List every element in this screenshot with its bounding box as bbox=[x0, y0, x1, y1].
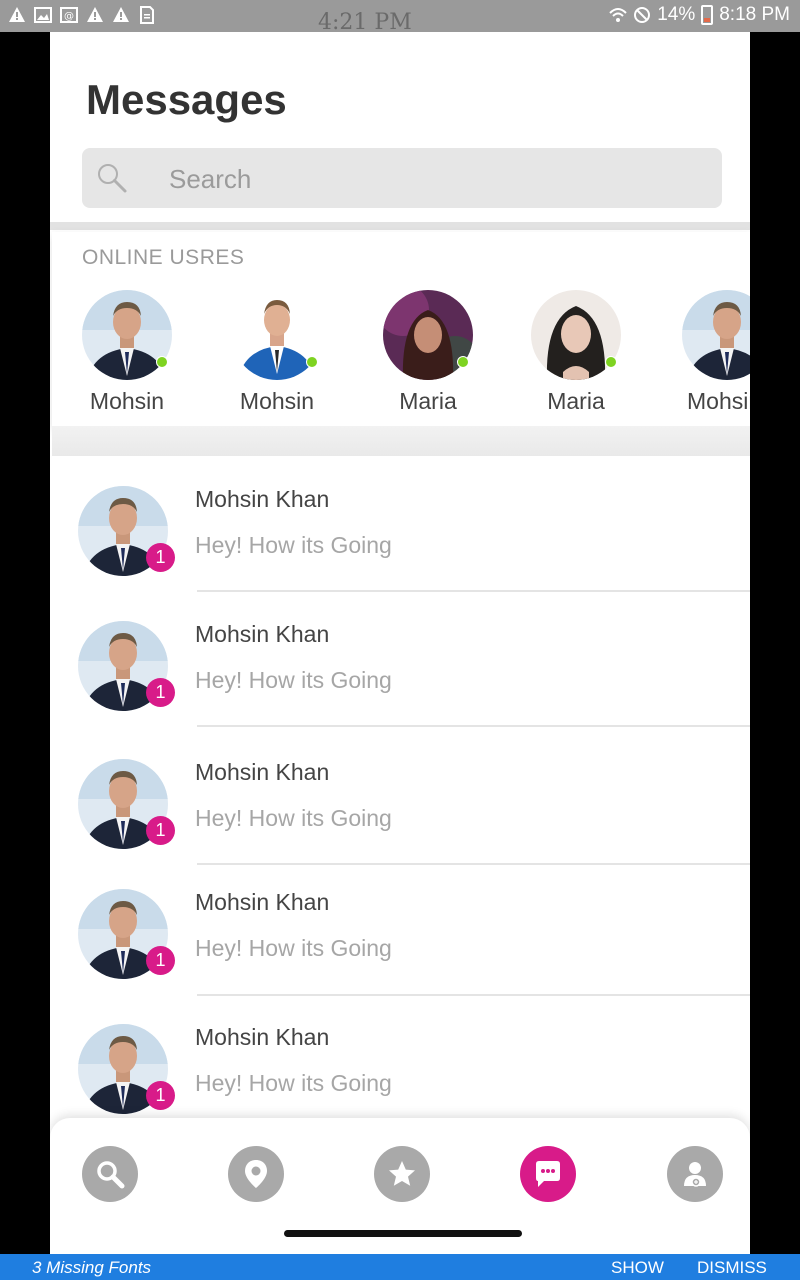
missing-fonts-snackbar: 3 Missing Fonts SHOW DISMISS bbox=[0, 1254, 800, 1280]
search-icon bbox=[98, 164, 127, 193]
page-title: Messages bbox=[86, 76, 287, 123]
online-user[interactable]: Maria bbox=[531, 290, 631, 420]
conversation-name: Mohsin Khan bbox=[195, 889, 330, 915]
location-pin-icon bbox=[245, 1160, 267, 1188]
wifi-icon bbox=[609, 8, 627, 22]
profile-icon bbox=[684, 1162, 706, 1187]
search-bar[interactable]: Search bbox=[82, 148, 722, 208]
nav-messages-button[interactable] bbox=[520, 1146, 576, 1202]
battery-percent: 14% bbox=[657, 4, 696, 25]
nav-profile-button[interactable] bbox=[667, 1146, 723, 1202]
chat-icon bbox=[536, 1161, 560, 1187]
online-status-dot bbox=[306, 356, 318, 368]
online-user-name: Mohsin bbox=[239, 388, 315, 414]
warning-icon bbox=[113, 7, 129, 22]
warning-icon bbox=[87, 7, 103, 22]
divider bbox=[197, 994, 750, 996]
conversation-item[interactable]: 1 Mohsin Khan Hey! How its Going bbox=[50, 486, 750, 620]
online-status-dot bbox=[457, 356, 469, 368]
divider bbox=[197, 590, 750, 592]
notification-icons: @ bbox=[8, 6, 156, 24]
show-button[interactable]: SHOW bbox=[611, 1258, 664, 1278]
online-status-dot bbox=[156, 356, 168, 368]
avatar bbox=[682, 290, 750, 380]
nav-search-button[interactable] bbox=[82, 1146, 138, 1202]
star-icon bbox=[389, 1161, 415, 1186]
messages-screen: Messages Search ONLINE USRES Mohsin Mohs… bbox=[50, 32, 750, 1254]
email-icon: @ bbox=[60, 7, 78, 23]
online-user[interactable]: Mohsin bbox=[682, 290, 750, 420]
online-users-section: ONLINE USRES Mohsin Mohsin Maria Maria M… bbox=[52, 232, 750, 426]
status-right: 14% 8:18 PM bbox=[609, 4, 790, 26]
unread-badge: 1 bbox=[146, 678, 175, 707]
divider bbox=[197, 725, 750, 727]
conversation-preview: Hey! How its Going bbox=[195, 805, 392, 831]
conversation-preview: Hey! How its Going bbox=[195, 532, 392, 558]
warning-icon bbox=[9, 7, 25, 22]
online-users-label: ONLINE USRES bbox=[82, 246, 245, 269]
conversation-item[interactable]: 1 Mohsin Khan Hey! How its Going bbox=[50, 759, 750, 893]
online-user-name: Maria bbox=[547, 388, 605, 414]
conversation-name: Mohsin Khan bbox=[195, 1024, 330, 1050]
online-status-dot bbox=[605, 356, 617, 368]
conversation-preview: Hey! How its Going bbox=[195, 935, 392, 961]
unread-badge: 1 bbox=[146, 543, 175, 572]
online-user-name: Mohsin bbox=[89, 388, 165, 414]
home-indicator bbox=[284, 1230, 522, 1237]
conversation-item[interactable]: 1 Mohsin Khan Hey! How its Going bbox=[50, 889, 750, 1023]
section-divider bbox=[50, 222, 750, 230]
nav-favorites-button[interactable] bbox=[374, 1146, 430, 1202]
conversation-name: Mohsin Khan bbox=[195, 486, 330, 512]
conversation-preview: Hey! How its Going bbox=[195, 667, 392, 693]
unread-badge: 1 bbox=[146, 1081, 175, 1110]
status-bar: @ 4:21 PM 14% 8:18 PM bbox=[0, 0, 800, 35]
nav-location-button[interactable] bbox=[228, 1146, 284, 1202]
do-not-disturb-icon bbox=[634, 7, 651, 23]
dismiss-button[interactable]: DISMISS bbox=[697, 1258, 767, 1278]
conversation-name: Mohsin Khan bbox=[195, 621, 330, 647]
image-icon bbox=[34, 7, 52, 23]
online-user-name: Mohsin bbox=[687, 388, 750, 414]
document-icon bbox=[140, 6, 154, 24]
unread-badge: 1 bbox=[146, 946, 175, 975]
conversation-item[interactable]: 1 Mohsin Khan Hey! How its Going bbox=[50, 621, 750, 755]
svg-text:@: @ bbox=[64, 11, 74, 22]
online-user[interactable]: Mohsin bbox=[232, 290, 332, 420]
battery-icon bbox=[701, 5, 714, 25]
bottom-navigation bbox=[50, 1118, 750, 1254]
conversation-name: Mohsin Khan bbox=[195, 759, 330, 785]
section-gap bbox=[52, 426, 750, 456]
search-input[interactable]: Search bbox=[169, 164, 251, 195]
online-user[interactable]: Maria bbox=[383, 290, 483, 420]
online-user-name: Maria bbox=[399, 388, 457, 414]
search-icon bbox=[97, 1161, 125, 1189]
clock: 8:18 PM bbox=[719, 4, 790, 25]
snackbar-message: 3 Missing Fonts bbox=[32, 1258, 152, 1277]
online-user[interactable]: Mohsin bbox=[82, 290, 182, 420]
unread-badge: 1 bbox=[146, 816, 175, 845]
conversation-preview: Hey! How its Going bbox=[195, 1070, 392, 1096]
divider bbox=[197, 863, 750, 865]
